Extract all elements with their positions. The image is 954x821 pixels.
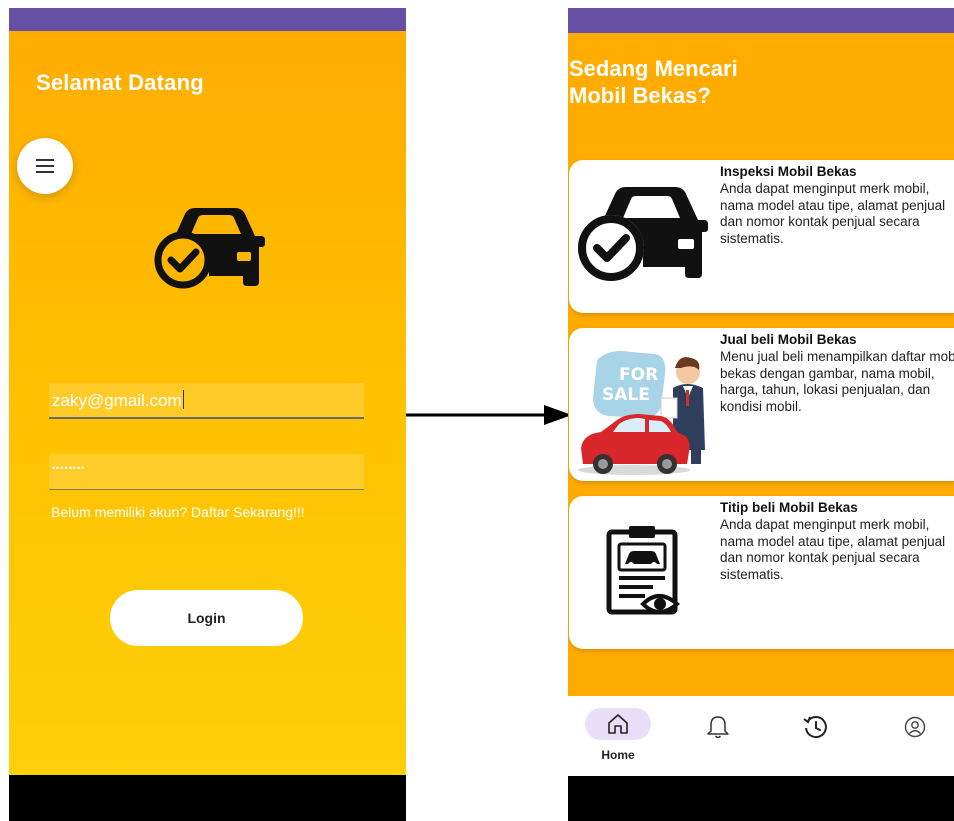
car-check-icon (154, 208, 265, 289)
card-title: Jual beli Mobil Bekas (720, 332, 857, 347)
nav-home-indicator (585, 708, 651, 740)
system-nav-bar (568, 776, 954, 821)
card-title: Titip beli Mobil Bekas (720, 500, 858, 515)
status-bar (568, 8, 954, 33)
text-caret (182, 390, 184, 409)
bell-icon[interactable] (703, 712, 733, 742)
login-screen: Selamat Datang zaky@gmail.com •••••••• B… (9, 8, 406, 821)
profile-icon[interactable] (903, 715, 927, 739)
bottom-navigation: Home (568, 696, 954, 776)
card-title: Inspeksi Mobil Bekas (720, 164, 857, 179)
password-value: •••••••• (52, 463, 86, 473)
nav-home-label: Home (601, 748, 635, 762)
car-check-icon (578, 187, 708, 281)
card-description: Menu jual beli menampilkan daftar mobil … (720, 349, 954, 414)
home-title-line-1: Sedang Mencari (569, 56, 738, 81)
home-title: Sedang Mencari Mobil Bekas? (569, 55, 738, 109)
email-field[interactable]: zaky@gmail.com (49, 383, 364, 419)
signup-link[interactable]: Belum memiliki akun? Daftar Sekarang!!! (51, 504, 305, 520)
menu-button[interactable] (17, 138, 73, 194)
history-icon[interactable] (801, 712, 831, 742)
login-button[interactable]: Login (110, 590, 303, 646)
home-title-line-2: Mobil Bekas? (569, 83, 711, 108)
nav-home[interactable]: Home (585, 696, 651, 776)
card-jual-beli[interactable]: FOR SALE Jual beli Mobil Bekas Menu jual… (569, 328, 954, 481)
password-field[interactable]: •••••••• (49, 454, 364, 490)
car-illustration: FOR SALE (578, 351, 705, 475)
arrow-right-icon (406, 405, 572, 425)
card-description: Anda dapat menginput merk mobil, nama mo… (720, 517, 946, 582)
status-bar (9, 8, 406, 31)
email-value: zaky@gmail.com (52, 391, 182, 410)
home-icon (608, 714, 628, 734)
welcome-title: Selamat Datang (36, 70, 204, 95)
card-description: Anda dapat menginput merk mobil, nama mo… (720, 181, 946, 246)
card-titip-beli[interactable]: Titip beli Mobil Bekas Anda dapat mengin… (569, 496, 954, 649)
home-screen: Sedang Mencari Mobil Bekas? Inspeksi Mob… (568, 8, 954, 821)
sale-sign-line-2: SALE (602, 385, 650, 405)
sale-sign-line-1: FOR (619, 365, 658, 385)
menu-icon (36, 159, 54, 173)
card-inspeksi[interactable]: Inspeksi Mobil Bekas Anda dapat menginpu… (569, 160, 954, 313)
document-car-eye-icon (606, 526, 681, 615)
system-nav-bar (9, 775, 406, 821)
